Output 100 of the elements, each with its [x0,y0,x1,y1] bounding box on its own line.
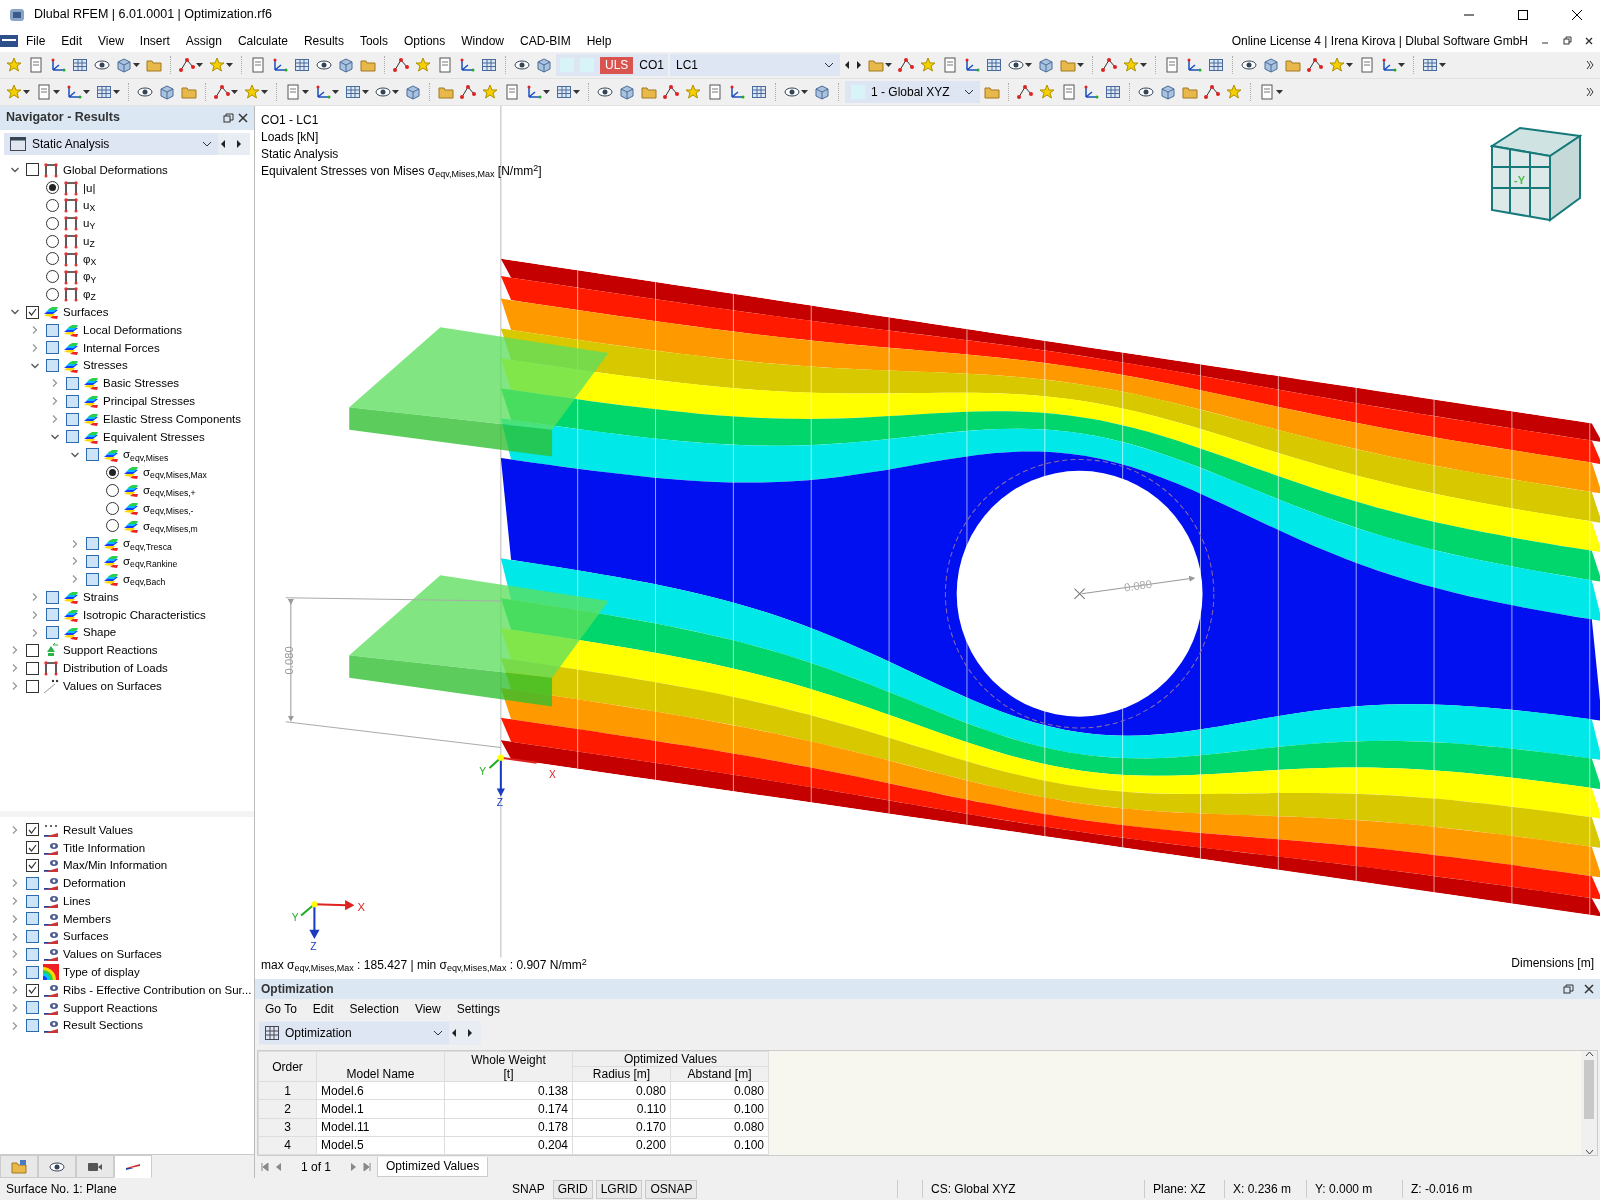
star-icon[interactable] [685,84,701,100]
menu-item[interactable]: File [18,33,54,49]
panel-tab[interactable] [38,1155,76,1178]
checkbox[interactable] [26,305,39,319]
menu-item[interactable]: Insert [131,33,178,49]
chevron-icon[interactable] [71,450,79,459]
caret-icon[interactable] [53,90,60,94]
folder-icon[interactable] [438,84,454,100]
star-icon[interactable] [6,84,22,100]
menu-item[interactable]: Selection [341,1002,407,1017]
axes-icon[interactable] [1381,57,1398,73]
node-icon[interactable] [663,84,679,100]
cube-icon[interactable] [405,84,421,100]
table-icon[interactable] [751,84,767,100]
cube-icon[interactable] [1160,84,1176,100]
cube-icon[interactable] [814,84,830,100]
axes-icon[interactable] [729,84,745,100]
tree-item[interactable]: u$_{Z}$ [83,233,95,249]
node-icon[interactable] [460,84,476,100]
eye-icon[interactable] [1241,57,1258,73]
star-icon[interactable] [244,84,260,100]
tree-item[interactable]: Lines [63,893,91,909]
folder-icon[interactable] [1182,84,1198,100]
folder-icon[interactable] [181,84,197,100]
caret-icon[interactable] [226,63,233,67]
caret-icon[interactable] [113,90,120,94]
tree-item[interactable]: Principal Stresses [103,394,196,409]
tree-item[interactable]: Equivalent Stresses [103,429,205,445]
menu-item[interactable]: Settings [448,1002,509,1017]
menu-item[interactable]: Tools [351,33,396,49]
caret-icon[interactable] [801,90,808,94]
radio-button[interactable] [106,501,119,515]
checkbox[interactable] [26,930,39,944]
table-icon[interactable] [556,84,572,100]
checkbox[interactable] [26,876,39,890]
menu-item[interactable]: Edit [304,1002,342,1017]
caret-icon[interactable] [885,63,893,67]
tree-item[interactable]: Strains [83,589,119,605]
checkbox[interactable] [46,626,59,640]
cube-icon[interactable] [116,57,132,73]
next-icon[interactable] [856,60,863,70]
chevron-icon[interactable] [11,308,19,317]
panel-tab[interactable] [76,1155,114,1178]
caret-icon[interactable] [332,90,339,94]
radio-button[interactable] [106,519,119,533]
tree-item[interactable]: σ$_{eqv,Mises,+}$ [143,483,196,498]
status-toggle[interactable]: GRID [552,1179,593,1199]
caret-icon[interactable] [196,63,203,67]
caret-icon[interactable] [1077,63,1085,67]
node-icon[interactable] [1017,84,1033,100]
page-icon[interactable] [1164,57,1181,73]
radio-button[interactable] [46,181,59,195]
status-toggle[interactable]: SNAP [507,1179,550,1199]
cube-icon[interactable] [536,57,552,73]
checkbox[interactable] [26,841,39,855]
close-icon[interactable] [1584,36,1594,46]
chevron-icon[interactable] [11,165,19,174]
tree-item[interactable]: Stresses [83,358,128,373]
menu-item[interactable]: Help [578,33,620,49]
scrollbar-thumb[interactable] [1584,1060,1594,1119]
scroll-up-icon[interactable] [1584,1051,1594,1057]
more-icon[interactable] [1586,60,1594,70]
caret-icon[interactable] [261,90,268,94]
checkbox[interactable] [46,359,59,373]
close-icon[interactable] [1584,984,1594,994]
menu-item[interactable]: View [90,33,132,49]
tree-item[interactable]: Result Values [63,822,134,838]
tree-item[interactable]: Max/Min Information [63,858,168,873]
more-icon[interactable] [1586,87,1594,97]
chevron-down-icon[interactable] [824,62,835,68]
axes-icon[interactable] [964,57,981,73]
table-icon[interactable] [481,57,497,73]
tree-item[interactable]: σ$_{eqv,Mises,Max}$ [143,465,207,480]
restore-icon[interactable] [1562,36,1572,46]
tree-item[interactable]: σ$_{eqv,Mises,m}$ [143,518,198,533]
checkbox[interactable] [26,859,39,872]
eye-icon[interactable] [137,84,153,100]
checkbox[interactable] [26,823,39,837]
tree-item[interactable]: Values on Surfaces [63,678,162,694]
table-icon[interactable] [294,57,310,73]
analysis-dropdown[interactable]: Static Analysis [4,133,218,155]
folder-icon[interactable] [984,84,1000,100]
eye-icon[interactable] [514,57,530,73]
chevron-down-icon[interactable] [964,89,974,95]
load-case-dropdown[interactable]: LC1 [670,54,841,76]
eye-icon[interactable] [1138,84,1154,100]
node-icon[interactable] [179,57,195,73]
app-menu-icon[interactable] [0,34,18,48]
close-icon[interactable] [1571,9,1583,21]
folder-icon[interactable] [146,57,162,73]
checkbox[interactable] [66,412,79,426]
next-icon[interactable] [467,1028,473,1038]
page-icon[interactable] [1359,57,1376,73]
axes-icon[interactable] [459,57,475,73]
page-icon[interactable] [504,84,520,100]
menu-item[interactable]: Window [453,33,512,49]
tree-item[interactable]: Support Reactions [63,643,158,658]
menu-item[interactable]: Results [295,33,352,49]
checkbox[interactable] [66,394,79,408]
node-icon[interactable] [1307,57,1324,73]
